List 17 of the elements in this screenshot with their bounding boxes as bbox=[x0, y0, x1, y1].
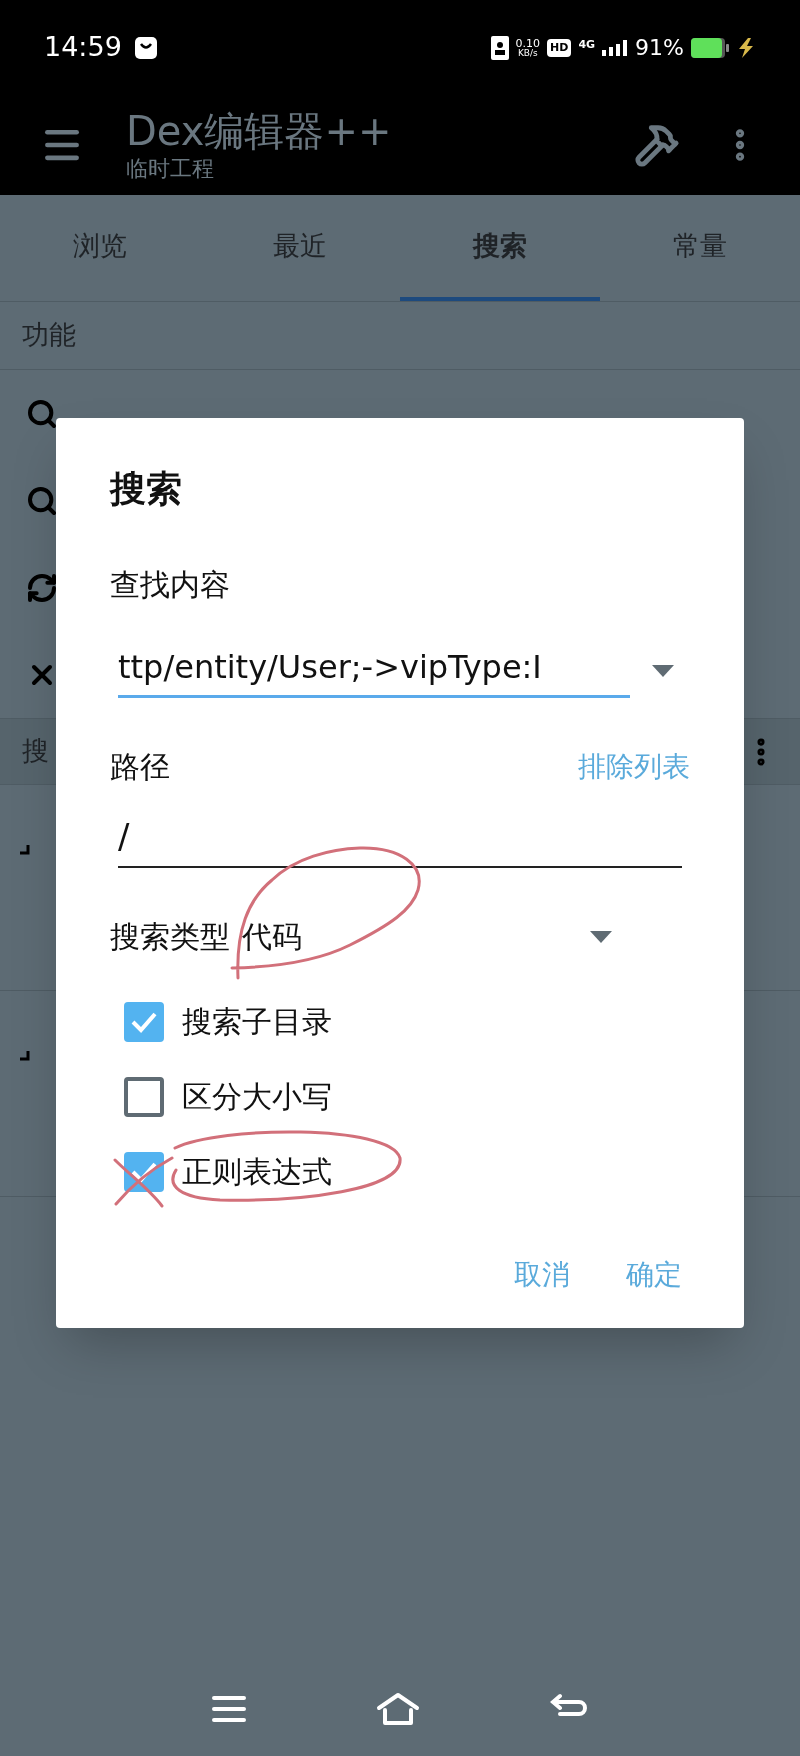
speed-unit: KB/s bbox=[517, 48, 538, 58]
network-type: 4G bbox=[578, 37, 596, 53]
app-subtitle: 临时工程 bbox=[126, 155, 215, 183]
field-label: 搜索类型 bbox=[110, 918, 230, 956]
dialog-title: 搜索 bbox=[110, 467, 183, 511]
clock: 14:59 bbox=[44, 30, 122, 65]
section-header: 搜 bbox=[22, 734, 49, 769]
field-label: 路径 bbox=[110, 748, 170, 786]
hd-badge: HD bbox=[547, 38, 572, 57]
battery-percent: 91% bbox=[635, 34, 684, 62]
checkbox-label: 正则表达式 bbox=[182, 1153, 332, 1191]
checkbox-label: 区分大小写 bbox=[182, 1078, 332, 1116]
section-header: 功能 bbox=[22, 318, 76, 353]
checkbox-label: 搜索子目录 bbox=[182, 1003, 332, 1041]
field-label: 查找内容 bbox=[110, 566, 231, 604]
app-title: Dex编辑器++ bbox=[126, 107, 392, 155]
speed-value: 0.10 bbox=[515, 37, 541, 49]
